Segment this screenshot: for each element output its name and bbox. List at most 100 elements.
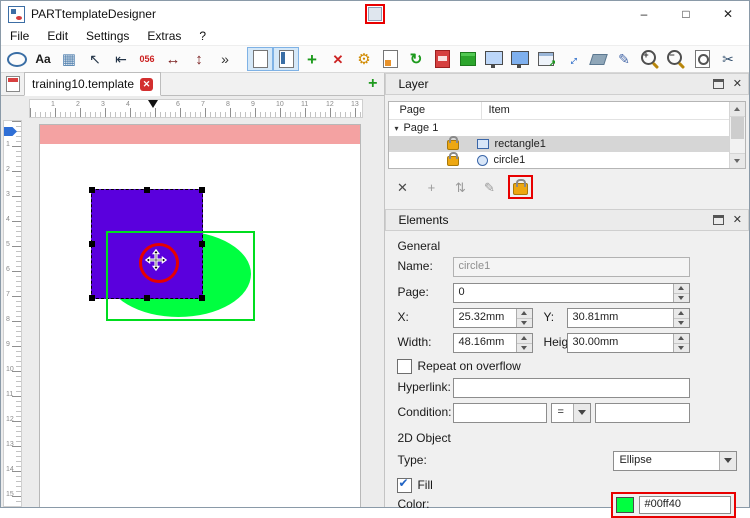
- pdf-export-icon[interactable]: [429, 47, 455, 71]
- close-button[interactable]: ✕: [707, 1, 749, 27]
- lock-layer-icon[interactable]: [508, 175, 534, 199]
- open-template-icon[interactable]: [273, 47, 299, 71]
- zoom-page-icon[interactable]: [689, 47, 715, 71]
- package-icon[interactable]: [455, 47, 481, 71]
- page-spinner[interactable]: 0: [453, 283, 691, 303]
- add-layer-icon[interactable]: +: [421, 176, 441, 198]
- resize-handle[interactable]: [89, 187, 95, 193]
- width-spinner[interactable]: 48.16mm: [453, 333, 534, 353]
- fit-view-icon[interactable]: ↔: [559, 47, 585, 71]
- condition-input-2[interactable]: [595, 403, 691, 423]
- delete-element-icon[interactable]: ✕: [325, 47, 351, 71]
- chevron-down-icon[interactable]: [719, 452, 737, 470]
- resize-handle[interactable]: [89, 241, 95, 247]
- settings-gear-icon[interactable]: ⚙: [351, 47, 377, 71]
- spin-down-button[interactable]: [517, 344, 532, 353]
- type-label: Type:: [397, 453, 427, 467]
- color-swatch[interactable]: [616, 497, 635, 513]
- ellipse-tool-icon[interactable]: [4, 47, 30, 71]
- reorder-layer-icon[interactable]: ⇅: [450, 176, 470, 198]
- move-cursor-icon: [145, 249, 167, 271]
- numbering-tool-icon[interactable]: 056: [134, 47, 160, 71]
- column-header-page[interactable]: Page: [389, 102, 483, 119]
- minimize-button[interactable]: –: [623, 1, 665, 27]
- item-row-label: circle1: [493, 154, 526, 166]
- chevron-down-icon[interactable]: [573, 404, 591, 422]
- delete-layer-icon[interactable]: ✕: [392, 176, 412, 198]
- refresh-icon[interactable]: ↻: [403, 47, 429, 71]
- layer-row-circle1[interactable]: circle1: [389, 152, 745, 168]
- add-tab-button[interactable]: +: [368, 76, 377, 92]
- spin-down-button[interactable]: [517, 319, 532, 328]
- export-window-icon[interactable]: [533, 47, 559, 71]
- x-spinner[interactable]: 25.32mm: [453, 308, 534, 328]
- table-tool-icon[interactable]: ▦: [56, 47, 82, 71]
- tab-training10-template[interactable]: training10.template ✕: [24, 72, 162, 96]
- scroll-down-button[interactable]: [730, 153, 745, 168]
- spin-down-button[interactable]: [674, 294, 689, 303]
- add-element-icon[interactable]: +: [299, 47, 325, 71]
- text-tool-icon[interactable]: Aa: [30, 47, 56, 71]
- preview-monitor-icon[interactable]: [481, 47, 507, 71]
- column-header-item[interactable]: Item: [482, 102, 745, 119]
- condition-input-1[interactable]: [453, 403, 548, 423]
- eraser-icon[interactable]: [585, 47, 611, 71]
- cut-icon[interactable]: ✂: [715, 47, 741, 71]
- maximize-button[interactable]: □: [665, 1, 707, 27]
- edit-pen-icon[interactable]: ✎: [611, 47, 637, 71]
- type-dropdown[interactable]: Ellipse: [613, 451, 738, 471]
- close-panel-icon[interactable]: ✕: [733, 214, 742, 226]
- menu-extras[interactable]: Extras: [138, 29, 190, 43]
- zoom-out-icon[interactable]: −: [663, 47, 689, 71]
- dim-horizontal-icon[interactable]: ↔: [160, 47, 186, 71]
- more-tools-icon[interactable]: »: [212, 47, 238, 71]
- height-spinner[interactable]: 30.00mm: [567, 333, 691, 353]
- zoom-in-icon[interactable]: +: [637, 47, 663, 71]
- menu-settings[interactable]: Settings: [77, 29, 138, 43]
- collapse-icon[interactable]: ▾: [394, 124, 398, 133]
- spin-up-button[interactable]: [517, 309, 533, 319]
- elements-content: General Name: circle1 Page: 0 X: 25.32mm…: [385, 231, 749, 518]
- fill-checkbox[interactable]: [397, 476, 413, 493]
- menu-edit[interactable]: Edit: [38, 29, 77, 43]
- layer-row-rectangle1[interactable]: rectangle1: [389, 136, 745, 152]
- float-panel-icon[interactable]: [712, 79, 724, 89]
- hyperlink-input[interactable]: [453, 378, 691, 398]
- canvas-area[interactable]: 1 2 3 4 5 6 7 8 9 10 11 12 13 1 2 3 4 5 6 7 8 9 10 11 12 13 14 15: [1, 96, 385, 507]
- dim-vertical-icon[interactable]: ↕: [186, 47, 212, 71]
- new-template-icon[interactable]: [247, 47, 273, 71]
- float-panel-icon[interactable]: [712, 215, 724, 225]
- name-input[interactable]: circle1: [453, 257, 691, 277]
- layer-scrollbar[interactable]: [729, 102, 745, 168]
- preview-monitor2-icon[interactable]: [507, 47, 533, 71]
- repeat-on-overflow-checkbox[interactable]: [397, 359, 413, 374]
- spin-down-button[interactable]: [674, 344, 689, 353]
- scroll-up-button[interactable]: [730, 102, 745, 117]
- spin-up-button[interactable]: [674, 309, 690, 319]
- menu-file[interactable]: File: [1, 29, 38, 43]
- color-input[interactable]: #00ff40: [639, 496, 732, 514]
- resize-handle[interactable]: [199, 187, 205, 193]
- spin-up-button[interactable]: [674, 284, 690, 294]
- elements-panel-header: Elements ✕: [385, 209, 749, 231]
- scroll-thumb[interactable]: [731, 117, 744, 139]
- y-spinner[interactable]: 30.81mm: [567, 308, 691, 328]
- toolbar: Aa▦↖⇤056↔↕»+✕⚙↻↔✎+−✂: [1, 45, 749, 73]
- lock-icon: [447, 136, 460, 150]
- close-panel-icon[interactable]: ✕: [733, 78, 742, 90]
- edit-layer-icon[interactable]: ✎: [479, 176, 499, 198]
- copy-page-icon[interactable]: [377, 47, 403, 71]
- menu-help[interactable]: ?: [190, 29, 215, 43]
- condition-operator-dropdown[interactable]: =: [551, 403, 592, 423]
- titlebar-highlighted-icon[interactable]: [365, 4, 385, 24]
- tab-close-icon[interactable]: ✕: [140, 77, 154, 91]
- dimension-tool-icon[interactable]: ⇤: [108, 47, 134, 71]
- spin-up-button[interactable]: [674, 334, 690, 344]
- snap-tool-icon[interactable]: ↖: [82, 47, 108, 71]
- x-label: X:: [397, 310, 409, 324]
- spin-down-button[interactable]: [674, 319, 689, 328]
- resize-handle[interactable]: [144, 187, 150, 193]
- resize-handle[interactable]: [89, 295, 95, 301]
- layer-row-page-1[interactable]: ▾ Page 1: [389, 120, 745, 136]
- spin-up-button[interactable]: [517, 334, 533, 344]
